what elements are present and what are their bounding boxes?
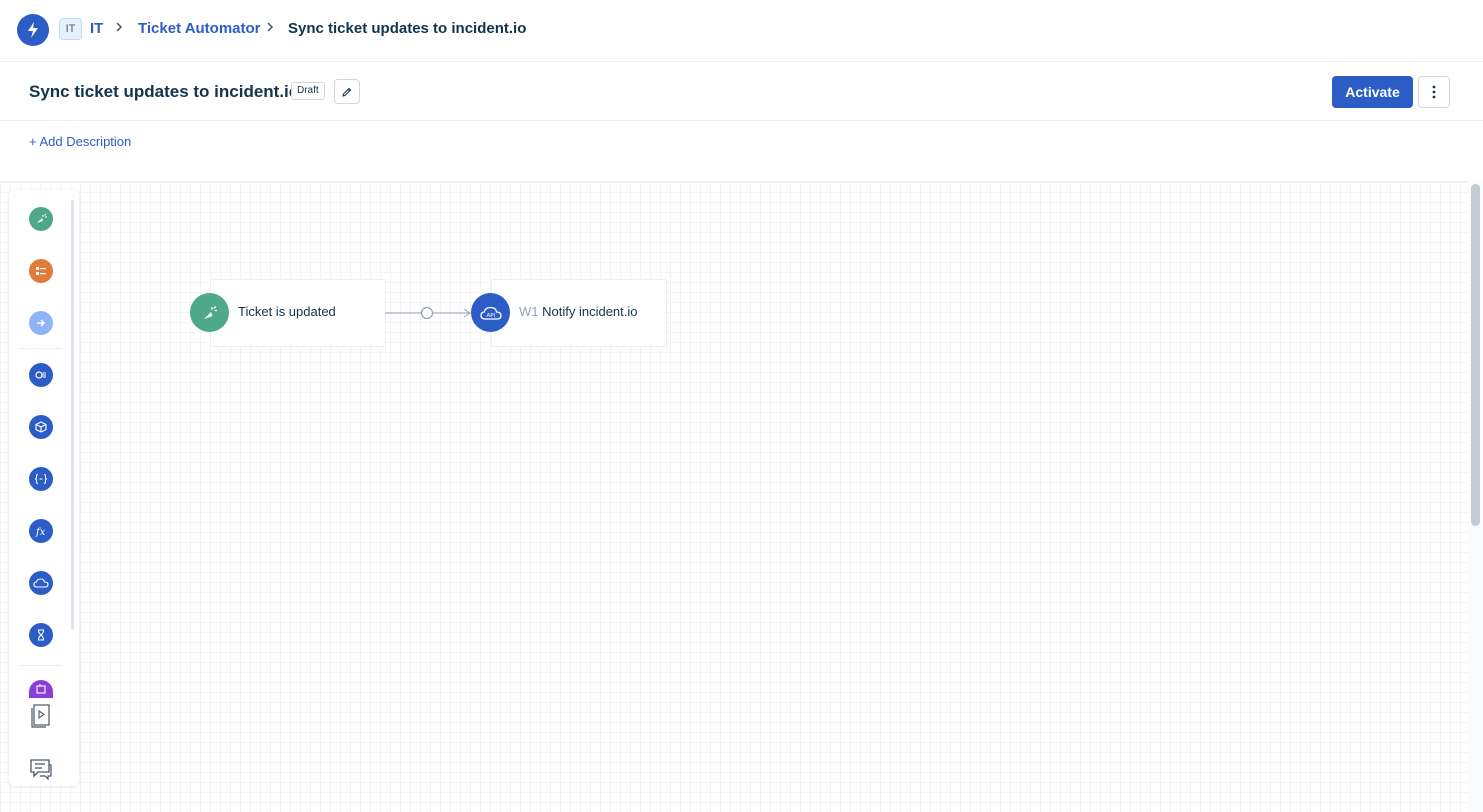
condition-icon[interactable] [29, 259, 53, 283]
reader-icon[interactable] [29, 363, 53, 387]
palette-divider [20, 348, 62, 349]
canvas-scrollbar-thumb[interactable] [1471, 184, 1480, 526]
feedback-chat-icon[interactable] [29, 757, 53, 781]
status-badge: Draft [291, 82, 325, 100]
workflow-canvas[interactable] [0, 181, 1468, 812]
trigger-icon[interactable] [190, 293, 229, 332]
kebab-menu-icon [1432, 85, 1436, 99]
app-icon[interactable] [29, 415, 53, 439]
add-description-link[interactable]: + Add Description [29, 134, 131, 149]
trigger-node-label[interactable]: Ticket is updated [238, 304, 336, 320]
function-icon[interactable]: fx [29, 519, 53, 543]
more-options-button[interactable] [1418, 76, 1450, 108]
svg-text:fx: fx [35, 527, 46, 538]
webhook-api-icon[interactable] [29, 571, 53, 595]
trigger-icon[interactable] [29, 207, 53, 231]
palette-scrollbar[interactable] [71, 200, 74, 630]
page-title: Sync ticket updates to incident.io [29, 82, 300, 101]
activate-button[interactable]: Activate [1332, 76, 1413, 108]
breadcrumb-app-link[interactable]: Ticket Automator [138, 20, 261, 38]
workflow-header: Sync ticket updates to incident.io Draft… [0, 62, 1483, 121]
action-node-prefix: W1 [519, 304, 539, 319]
workspace-badge: IT [59, 18, 82, 40]
action-node-label[interactable]: W1 Notify incident.io [519, 304, 638, 320]
playbook-icon[interactable] [29, 704, 53, 728]
action-arrow-icon[interactable] [29, 311, 53, 335]
action-node-title: Notify incident.io [542, 304, 638, 319]
edit-title-button[interactable] [334, 79, 360, 104]
palette-divider [20, 665, 62, 666]
top-navigation-bar: IT IT Ticket Automator Sync ticket updat… [0, 0, 1483, 62]
add-step-handle [420, 306, 434, 320]
workflow-connector[interactable] [385, 305, 475, 321]
svg-text:API: API [486, 313, 495, 319]
chevron-right-icon [266, 20, 274, 38]
orchestration-icon[interactable] [29, 680, 53, 698]
pencil-icon [342, 87, 352, 97]
breadcrumb-workspace-link[interactable]: IT [90, 20, 103, 38]
webhook-api-icon[interactable]: API [471, 293, 510, 332]
timer-icon[interactable] [29, 623, 53, 647]
app-logo-bolt-icon[interactable] [17, 14, 49, 46]
breadcrumb-current: Sync ticket updates to incident.io [288, 20, 527, 37]
expression-icon[interactable] [29, 467, 53, 491]
chevron-right-icon [115, 20, 123, 38]
